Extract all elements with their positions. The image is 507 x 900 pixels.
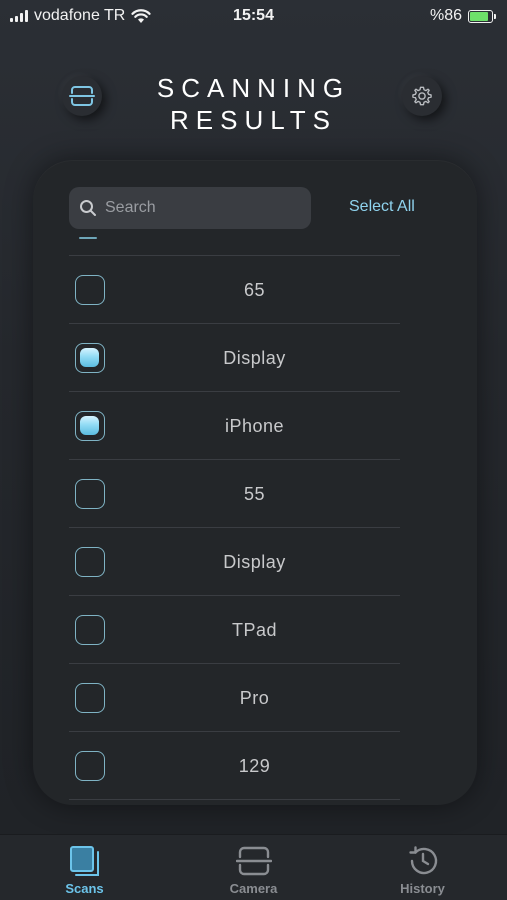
list-item[interactable]: Display (69, 528, 400, 596)
scans-icon (69, 846, 99, 876)
select-all-button[interactable]: Select All (349, 198, 415, 216)
list-item-partial (69, 234, 400, 256)
list-item-label: Display (223, 551, 286, 572)
tab-history[interactable]: History (338, 835, 507, 900)
list-item[interactable]: Display (69, 324, 400, 392)
list-item-label: 55 (243, 483, 266, 504)
checkbox[interactable] (75, 547, 105, 577)
list-item[interactable]: Pro (69, 664, 400, 732)
checkbox-checked[interactable] (75, 411, 105, 441)
tab-label: Scans (65, 881, 104, 896)
tab-label: History (400, 881, 445, 896)
tab-label: Camera (229, 881, 278, 896)
checkbox[interactable] (75, 479, 105, 509)
carrier-name: vodafone TR (34, 7, 126, 24)
wifi-icon (131, 8, 151, 23)
list-item-label: 129 (238, 755, 271, 776)
list-item[interactable]: iPhone (69, 392, 400, 460)
search-input[interactable] (105, 199, 295, 217)
list-item-label: 65 (243, 279, 266, 300)
tab-scans[interactable]: Scans (0, 835, 169, 900)
list-item-label: TPad (231, 619, 278, 640)
tab-camera[interactable]: Camera (169, 835, 338, 900)
list-item[interactable]: TPad (69, 596, 400, 664)
list-item-label: iPhone (224, 415, 285, 436)
checkbox[interactable] (75, 751, 105, 781)
status-bar: vodafone TR 15:54 %86 (0, 0, 507, 32)
list-item-label: Display (223, 347, 286, 368)
checkbox[interactable] (75, 683, 105, 713)
list-item[interactable]: 129 (69, 732, 400, 800)
search-icon (80, 200, 96, 216)
battery-icon (468, 9, 496, 23)
camera-scan-icon (235, 846, 272, 876)
tab-bar: Scans Camera History (0, 834, 507, 900)
checkbox-checked[interactable] (75, 343, 105, 373)
settings-button[interactable] (402, 76, 442, 116)
checkbox[interactable] (75, 275, 105, 305)
status-left: vodafone TR (10, 7, 151, 25)
checkbox[interactable] (75, 615, 105, 645)
battery-level (470, 11, 489, 21)
checkbox-partial (79, 237, 97, 239)
results-list[interactable]: 65 Display iPhone 55 Display TPad Pro 129 (69, 234, 400, 805)
status-time: 15:54 (233, 7, 274, 24)
list-item[interactable]: 55 (69, 460, 400, 528)
list-item[interactable]: 65 (69, 256, 400, 324)
results-card: Select All 65 Display iPhone 55 Display TPad P… (33, 160, 477, 805)
cellular-signal-icon (10, 10, 28, 22)
header: SCANNING RESULTS (0, 70, 507, 140)
search-field[interactable] (69, 187, 311, 229)
battery-percent: %86 (429, 7, 462, 24)
status-right: %86 (429, 7, 496, 25)
gear-icon (412, 86, 432, 106)
list-item-label: Pro (239, 687, 270, 708)
history-icon (408, 846, 437, 875)
